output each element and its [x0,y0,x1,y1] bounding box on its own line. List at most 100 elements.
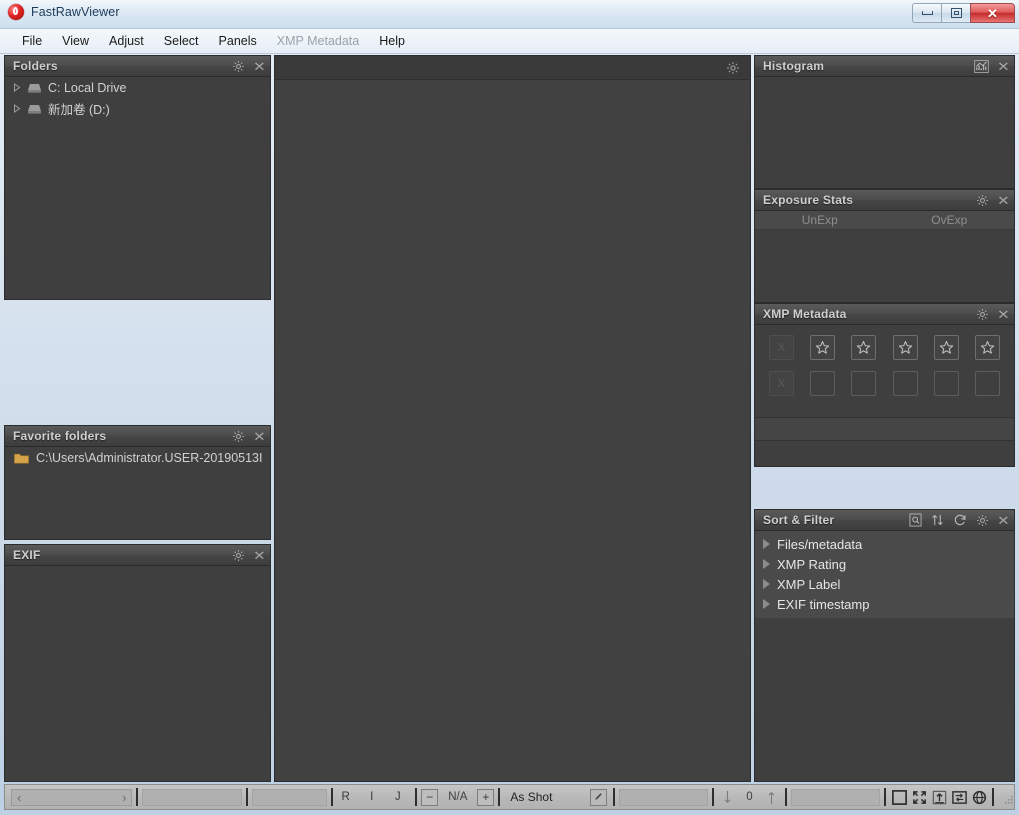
xmp-rating-grid: X X [755,325,1014,396]
rating-clear-button[interactable]: X [769,335,794,360]
globe-icon[interactable] [970,788,988,807]
title-bar-left: FastRawViewer [8,4,120,20]
gear-icon[interactable] [976,514,989,527]
compare-icon[interactable] [950,788,968,807]
sort-filter-list: Files/metadata XMP Rating XMP Label EXIF… [755,531,1014,618]
file-search-icon[interactable] [909,513,922,527]
menu-file[interactable]: File [12,31,52,51]
flag-reject-button[interactable]: R [337,789,354,806]
restore-icon [950,8,962,18]
zoom-in-button[interactable]: + [477,788,495,806]
exif-panel-body [5,566,270,781]
xmp-divider-strip [755,417,1014,441]
eyedropper-icon[interactable] [589,788,607,806]
rating-star-1[interactable] [810,335,836,360]
fit-screen-icon[interactable] [910,788,928,807]
gear-icon[interactable] [726,61,740,75]
label-swatch-2[interactable] [851,371,877,396]
histogram-panel-header: Histogram ✕ [755,56,1014,77]
arrow-down-icon[interactable] [718,788,736,807]
close-icon[interactable]: ✕ [253,60,266,73]
xmp-panel-body: X X [755,325,1014,466]
tree-item-c-drive[interactable]: C: Local Drive [5,77,270,98]
fit-1to1-icon[interactable] [890,788,908,807]
expand-triangle-icon[interactable] [13,83,21,92]
sort-filter-item-xmp-label[interactable]: XMP Label [755,574,1014,594]
column-unexp: UnExp [801,213,838,227]
expand-triangle-icon[interactable] [763,579,770,589]
flag-include-button[interactable]: I [363,789,380,806]
close-icon[interactable]: ✕ [997,308,1010,321]
histogram-header-icons: ✕ [974,59,1010,73]
image-viewer-panel[interactable] [274,55,751,782]
tree-item-d-drive[interactable]: 新加卷 (D:) [5,98,270,119]
histogram-panel-title: Histogram [763,59,825,73]
chevron-right-icon[interactable]: › [122,791,126,804]
menu-help[interactable]: Help [369,31,415,51]
gear-icon[interactable] [976,194,989,207]
column-ovexp: OvExp [931,213,968,227]
close-icon[interactable]: ✕ [253,430,266,443]
expand-triangle-icon[interactable] [763,599,770,609]
close-icon[interactable]: ✕ [997,514,1010,527]
flag-jpeg-button[interactable]: J [389,789,406,806]
xmp-panel-header: XMP Metadata ✕ [755,304,1014,325]
refresh-icon[interactable] [953,513,967,527]
label-clear-button[interactable]: X [769,371,794,396]
expand-triangle-icon[interactable] [763,539,770,549]
rating-star-2[interactable] [851,335,877,360]
histogram-chart-icon[interactable] [974,59,989,73]
rating-star-5[interactable] [974,335,1000,360]
drive-icon [27,82,42,94]
menu-adjust[interactable]: Adjust [99,31,154,51]
gear-icon[interactable] [976,308,989,321]
label-swatch-1[interactable] [810,371,836,396]
separator [991,788,994,806]
favorites-panel-body: C:\Users\Administrator.USER-20190513I [5,447,270,539]
chevron-left-icon[interactable]: ‹ [17,791,21,804]
gear-icon[interactable] [232,60,245,73]
fileinfo-field [251,788,328,806]
sort-filter-item-exif-timestamp[interactable]: EXIF timestamp [755,594,1014,614]
expand-triangle-icon[interactable] [13,104,21,113]
arrow-up-icon[interactable] [763,788,781,807]
sort-filter-item-xmp-rating[interactable]: XMP Rating [755,554,1014,574]
rating-star-4[interactable] [933,335,959,360]
menu-panels[interactable]: Panels [209,31,267,51]
exposure-stats-panel-header: Exposure Stats ✕ [755,190,1014,211]
file-navigation-control[interactable]: ‹ › [11,788,133,806]
close-icon[interactable]: ✕ [997,60,1010,73]
zoom-out-button[interactable]: − [421,788,439,806]
close-button[interactable]: ✕ [970,3,1015,23]
label-swatch-3[interactable] [892,371,918,396]
menu-select[interactable]: Select [154,31,209,51]
star-icon [980,340,995,354]
resize-grip-icon[interactable] [1004,792,1014,804]
folders-panel: Folders ✕ C: Local Drive 新加卷 (D:) [4,55,271,300]
restore-button[interactable] [941,3,970,23]
sort-filter-item-label: XMP Label [777,576,841,592]
favorite-folder-item[interactable]: C:\Users\Administrator.USER-20190513I [5,447,270,469]
close-icon[interactable]: ✕ [997,194,1010,207]
exif-panel: EXIF ✕ [4,544,271,782]
viewer-canvas[interactable] [275,80,750,781]
gear-icon[interactable] [232,549,245,562]
rating-star-3[interactable] [892,335,918,360]
minimize-button[interactable] [912,3,941,23]
minimize-icon [921,11,933,15]
expand-triangle-icon[interactable] [763,559,770,569]
sort-order-icon[interactable] [931,513,944,527]
separator [245,788,248,806]
sort-filter-item-files-metadata[interactable]: Files/metadata [755,534,1014,554]
white-balance-selector[interactable]: As Shot [504,788,608,807]
exposure-slider-field[interactable] [618,788,709,806]
xmp-metadata-panel: XMP Metadata ✕ X X [754,303,1015,467]
label-swatch-4[interactable] [933,371,959,396]
label-swatch-5[interactable] [974,371,1000,396]
fit-width-icon[interactable] [930,788,948,807]
menu-view[interactable]: View [52,31,99,51]
close-icon[interactable]: ✕ [253,549,266,562]
gear-icon[interactable] [232,430,245,443]
folders-panel-title: Folders [13,59,58,73]
tree-item-label: 新加卷 (D:) [48,103,110,117]
